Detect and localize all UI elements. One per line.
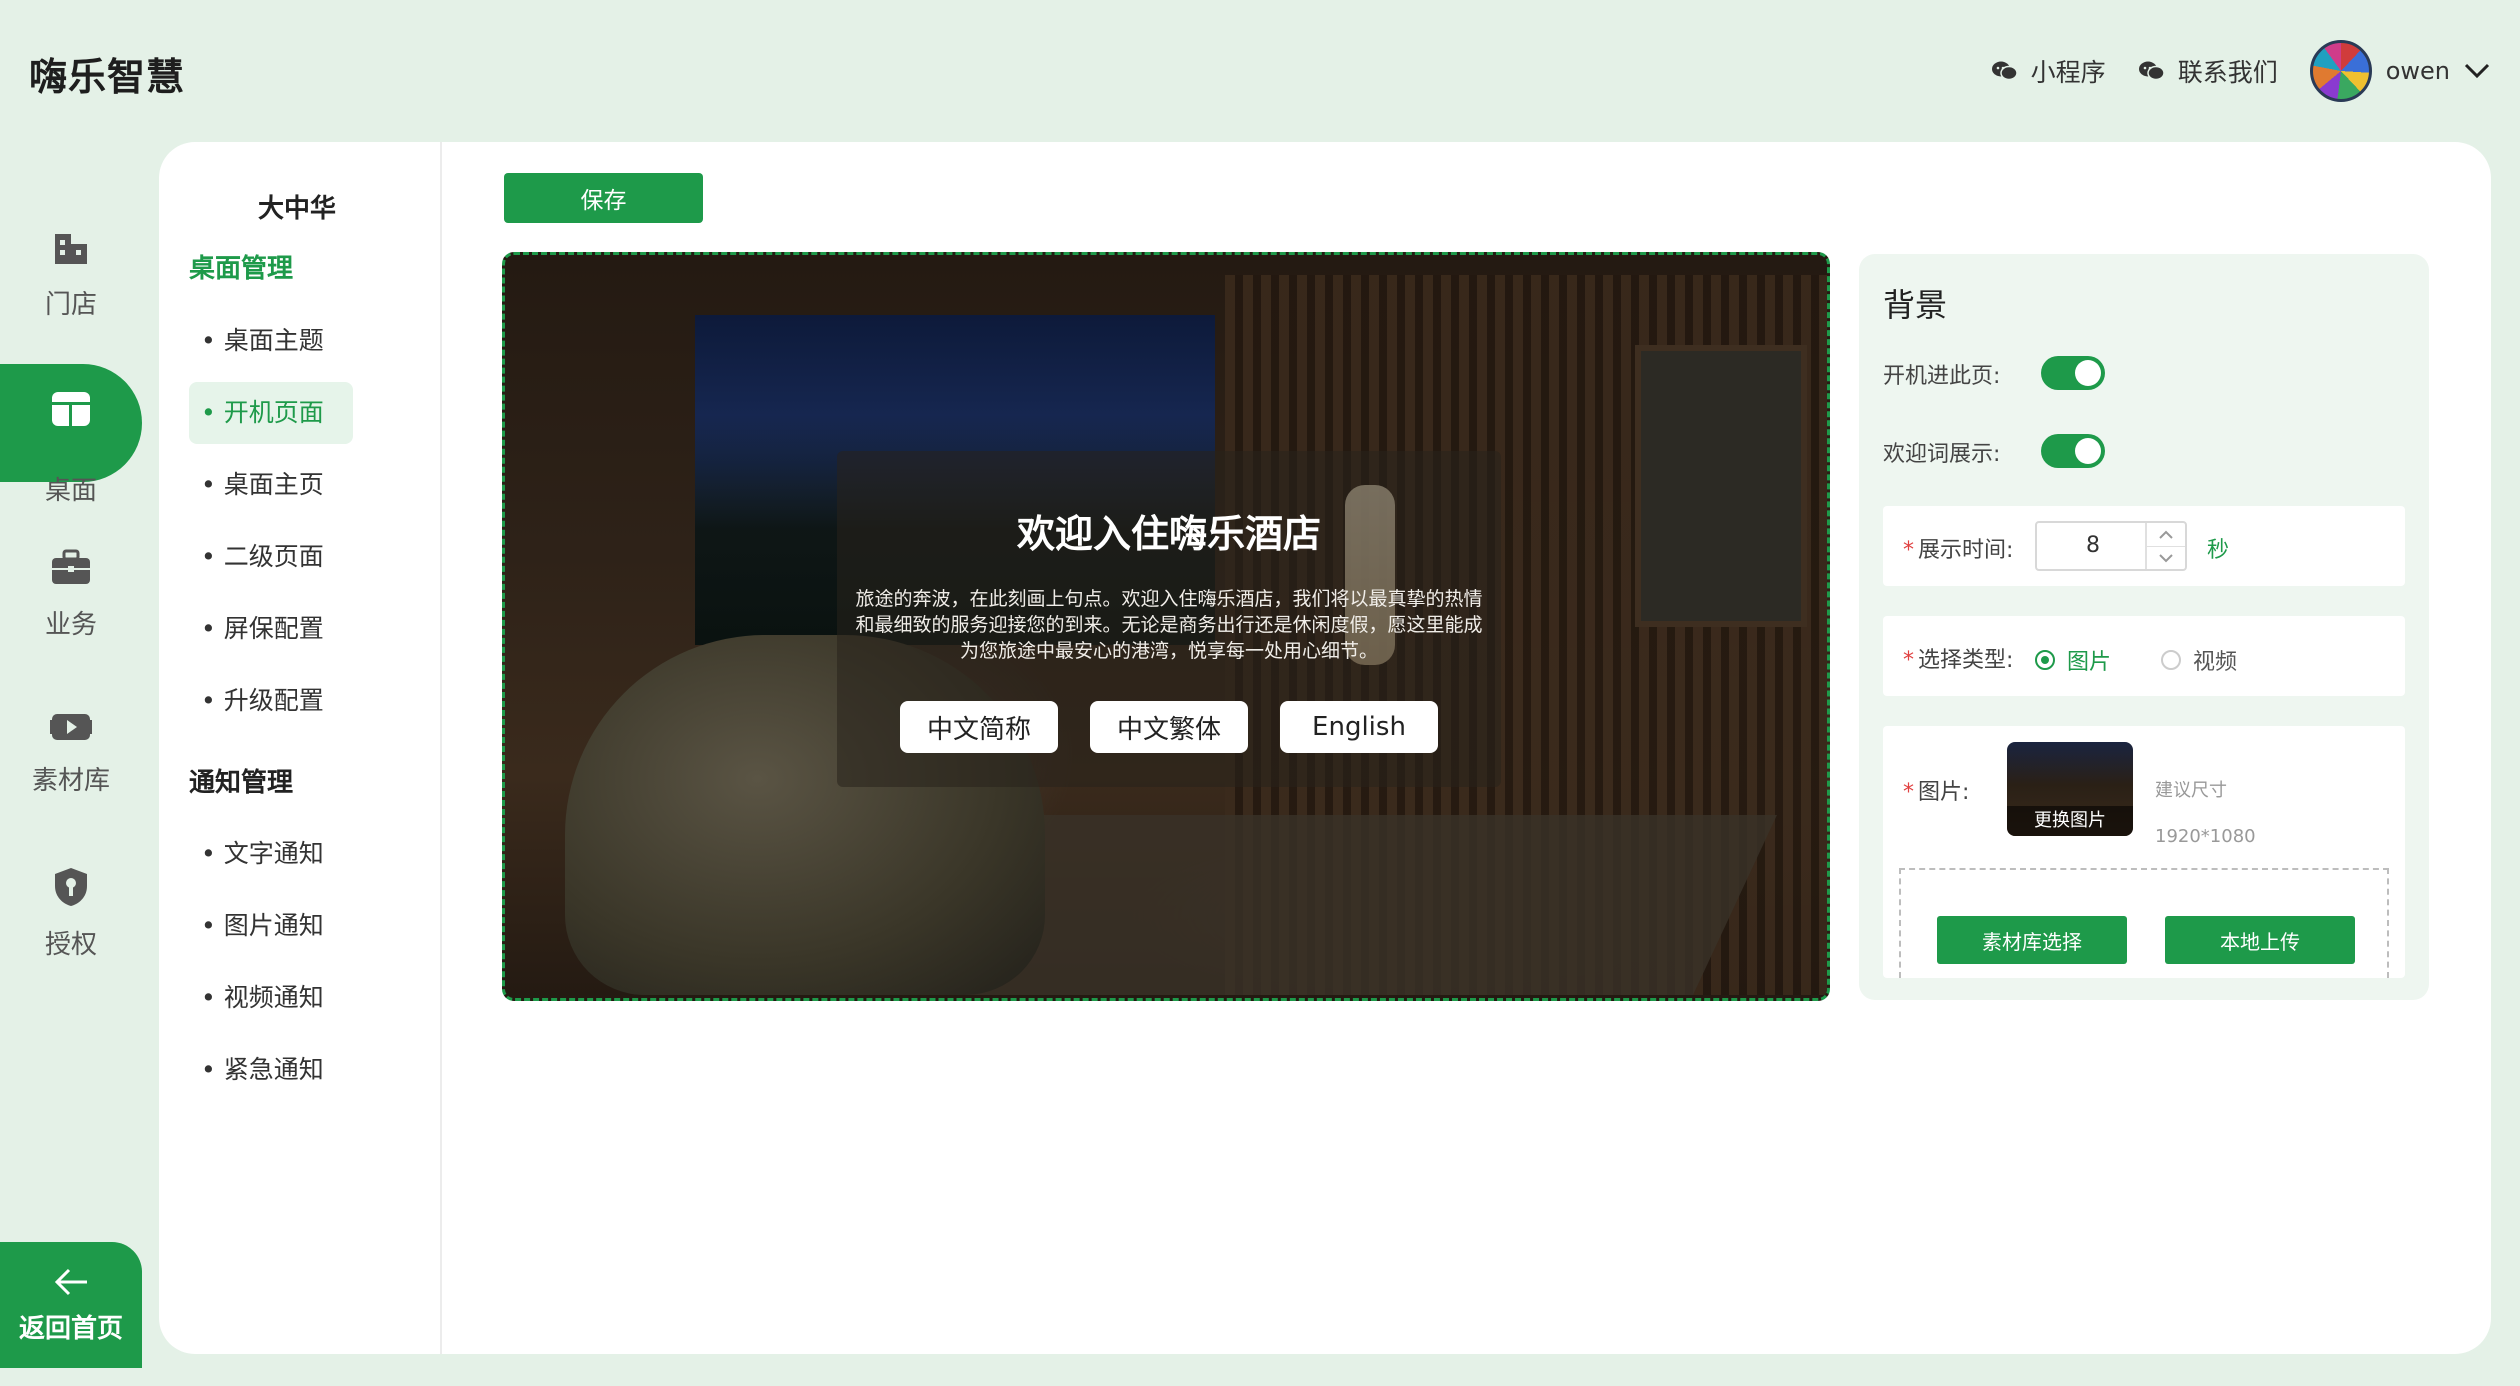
display-time-stepper[interactable]: 8 bbox=[2035, 521, 2187, 571]
rail-label: 门店 bbox=[44, 290, 97, 320]
size-hint-value: 1920*1080 bbox=[2155, 826, 2256, 847]
required-mark: * bbox=[1903, 648, 1914, 673]
welcome-display-toggle[interactable] bbox=[2041, 434, 2105, 468]
welcome-display-label: 欢迎词展示: bbox=[1883, 442, 2001, 467]
rail-label: 授权 bbox=[44, 930, 97, 960]
back-home-label: 返回首页 bbox=[18, 1314, 123, 1344]
briefcase-icon bbox=[52, 549, 90, 584]
select-type-box: * 选择类型: 图片 视频 bbox=[1883, 616, 2405, 696]
welcome-title: 欢迎入住嗨乐酒店 bbox=[1016, 511, 1321, 556]
required-mark: * bbox=[1903, 538, 1914, 563]
lang-button-english[interactable]: English bbox=[1280, 701, 1438, 753]
rail-item-authorization[interactable]: 授权 bbox=[0, 866, 142, 961]
stepper-up[interactable] bbox=[2147, 523, 2185, 547]
chevron-down-icon[interactable] bbox=[2464, 63, 2490, 79]
menu-item-text-notice[interactable]: • 文字通知 bbox=[189, 823, 353, 885]
rail-item-media-library[interactable]: 素材库 bbox=[0, 708, 142, 797]
desktop-icon bbox=[52, 392, 90, 426]
brand-title: 嗨乐智慧 bbox=[29, 55, 186, 99]
user-name[interactable]: owen bbox=[2386, 57, 2450, 85]
submenu: 大中华 桌面管理 • 桌面主题 • 开机页面 • 桌面主页 • 二级页面 • 屏… bbox=[159, 142, 442, 1354]
rail-item-desktop[interactable] bbox=[0, 364, 142, 482]
rail-item-business[interactable]: 业务 bbox=[0, 548, 142, 641]
mini-program-link[interactable]: 小程序 bbox=[1991, 53, 2106, 89]
rail-label: 素材库 bbox=[31, 766, 110, 796]
welcome-overlay: 欢迎入住嗨乐酒店 旅途的奔波，在此刻画上句点。欢迎入住嗨乐酒店，我们将以最真挚的… bbox=[837, 451, 1501, 787]
contact-us-link[interactable]: 联系我们 bbox=[2138, 53, 2278, 89]
save-button[interactable]: 保存 bbox=[504, 173, 703, 223]
boot-page-preview[interactable]: 欢迎入住嗨乐酒店 旅途的奔波，在此刻画上句点。欢迎入住嗨乐酒店，我们将以最真挚的… bbox=[502, 252, 1830, 1001]
display-time-value[interactable]: 8 bbox=[2037, 523, 2149, 569]
welcome-text: 旅途的奔波，在此刻画上句点。欢迎入住嗨乐酒店，我们将以最真挚的热情和最细致的服务… bbox=[855, 589, 1483, 662]
stepper-down[interactable] bbox=[2147, 547, 2185, 570]
upload-area: 素材库选择 本地上传 bbox=[1899, 868, 2389, 978]
radio-dot bbox=[2035, 650, 2055, 670]
select-type-label: * 选择类型: bbox=[1903, 648, 2014, 673]
lang-button-traditional[interactable]: 中文繁体 bbox=[1090, 701, 1248, 753]
menu-item-secondary-page[interactable]: • 二级页面 bbox=[189, 526, 353, 588]
store-icon bbox=[55, 234, 87, 264]
preview-wall-art bbox=[1635, 345, 1807, 627]
display-time-box: * 展示时间: 8 秒 bbox=[1883, 506, 2405, 586]
arrow-left-icon bbox=[54, 1268, 87, 1296]
top-nav: 小程序 联系我们 owen bbox=[1959, 38, 2490, 104]
group-title-desktop-management[interactable]: 桌面管理 bbox=[189, 248, 293, 285]
boot-page-toggle[interactable] bbox=[2041, 356, 2105, 390]
mini-program-label: 小程序 bbox=[2030, 58, 2106, 87]
background-settings-panel: 背景 开机进此页: 欢迎词展示: * 展示时间: 8 秒 * 选择类型: 图片 视频… bbox=[1859, 254, 2429, 1000]
image-thumbnail[interactable]: 更换图片 bbox=[2007, 742, 2133, 836]
language-buttons: 中文简称 中文繁体 English bbox=[837, 701, 1501, 753]
rail-item-store[interactable]: 门店 bbox=[0, 228, 142, 321]
avatar[interactable] bbox=[2309, 40, 2372, 102]
menu-item-image-notice[interactable]: • 图片通知 bbox=[189, 895, 353, 957]
menu-item-video-notice[interactable]: • 视频通知 bbox=[189, 967, 353, 1029]
main-card: 大中华 桌面管理 • 桌面主题 • 开机页面 • 桌面主页 • 二级页面 • 屏… bbox=[159, 142, 2491, 1354]
menu-item-emergency-notice[interactable]: • 紧急通知 bbox=[189, 1039, 353, 1101]
change-image-caption[interactable]: 更换图片 bbox=[2007, 806, 2133, 836]
boot-page-label: 开机进此页: bbox=[1883, 364, 2001, 389]
rail-label: 桌面 bbox=[44, 476, 97, 506]
menu-item-boot-page[interactable]: • 开机页面 bbox=[189, 382, 353, 444]
local-upload-button[interactable]: 本地上传 bbox=[2165, 916, 2355, 964]
store-name: 大中华 bbox=[258, 194, 337, 224]
contact-us-label: 联系我们 bbox=[2177, 58, 2278, 87]
radio-dot bbox=[2161, 650, 2181, 670]
wechat-icon bbox=[1991, 61, 2018, 81]
menu-item-desktop-theme[interactable]: • 桌面主题 bbox=[189, 310, 353, 372]
chevron-up-icon bbox=[2159, 530, 2173, 539]
stepper-controls bbox=[2145, 523, 2185, 569]
size-hint-label: 建议尺寸 bbox=[2155, 780, 2227, 801]
menu-item-desktop-home[interactable]: • 桌面主页 bbox=[189, 454, 353, 516]
library-select-button[interactable]: 素材库选择 bbox=[1937, 916, 2127, 964]
display-time-unit: 秒 bbox=[2207, 538, 2230, 563]
wechat-icon bbox=[2138, 61, 2165, 81]
radio-image[interactable]: 图片 bbox=[2035, 644, 2111, 676]
required-mark: * bbox=[1903, 780, 1914, 805]
settings-title: 背景 bbox=[1883, 286, 1948, 324]
menu-item-screensaver[interactable]: • 屏保配置 bbox=[189, 598, 353, 660]
chevron-down-icon bbox=[2159, 554, 2173, 563]
back-home-button[interactable]: 返回首页 bbox=[0, 1242, 142, 1368]
radio-video[interactable]: 视频 bbox=[2161, 644, 2237, 676]
shield-key-icon bbox=[55, 868, 87, 906]
group-title-notice-management[interactable]: 通知管理 bbox=[189, 762, 293, 799]
rail-label: 业务 bbox=[44, 610, 97, 640]
image-upload-box: * 图片: 更换图片 建议尺寸 1920*1080 素材库选择 本地上传 bbox=[1883, 726, 2405, 978]
display-time-label: * 展示时间: bbox=[1903, 538, 2014, 563]
menu-item-upgrade[interactable]: • 升级配置 bbox=[189, 670, 353, 732]
media-library-icon bbox=[50, 714, 92, 740]
image-label: * 图片: bbox=[1903, 780, 1970, 805]
rail-label-desktop: 桌面 bbox=[0, 470, 142, 507]
lang-button-simplified[interactable]: 中文简称 bbox=[900, 701, 1058, 753]
